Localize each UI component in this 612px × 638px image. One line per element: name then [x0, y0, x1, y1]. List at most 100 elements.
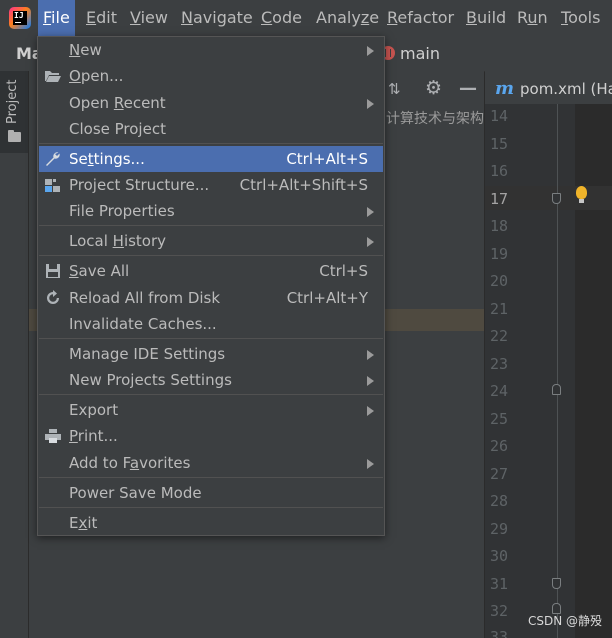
menu-item-label: Exit	[69, 514, 98, 532]
menu-item-reload[interactable]: Reload All from Disk Ctrl+Alt+Y	[39, 285, 383, 311]
line-number: 25	[490, 410, 509, 428]
menu-item-local-history[interactable]: Local History	[39, 228, 383, 254]
line-number: 15	[490, 135, 509, 153]
project-tool-tab-label[interactable]: Project	[5, 80, 20, 124]
menu-separator	[39, 143, 383, 144]
line-number: 33	[490, 628, 509, 638]
menu-item-shortcut: Ctrl+Alt+Y	[286, 289, 368, 307]
folder-open-icon	[44, 67, 62, 85]
menu-view[interactable]: View	[125, 0, 173, 36]
menu-item-label: New	[69, 41, 102, 59]
menu-item-exit[interactable]: Exit	[39, 510, 383, 536]
folder-icon	[8, 130, 21, 142]
submenu-arrow-icon	[367, 207, 374, 217]
line-number: 27	[490, 465, 509, 483]
left-tool-stripe	[0, 71, 29, 638]
submenu-arrow-icon	[367, 376, 374, 386]
menu-item-label: Project Structure...	[69, 176, 210, 194]
menu-item-export[interactable]: Export	[39, 397, 383, 423]
fold-toggle-icon[interactable]	[552, 193, 561, 204]
line-number: 29	[490, 520, 509, 538]
menu-code[interactable]: Code	[256, 0, 307, 36]
collapse-all-icon[interactable]: ⇅	[388, 80, 401, 98]
line-number: 18	[490, 217, 509, 235]
menu-separator	[39, 507, 383, 508]
menu-item-label: Power Save Mode	[69, 484, 202, 502]
menu-item-label: File Properties	[69, 202, 175, 220]
menu-item-label: Print...	[69, 427, 118, 445]
menu-item-label: Manage IDE Settings	[69, 345, 226, 363]
menu-analyze[interactable]: Analyze	[311, 0, 384, 36]
menu-item-close-project[interactable]: Close Project	[39, 116, 383, 142]
intention-bulb-icon[interactable]	[576, 186, 587, 203]
menu-item-label: Close Project	[69, 120, 166, 138]
menu-item-file-properties[interactable]: File Properties	[39, 198, 383, 224]
submenu-arrow-icon	[367, 99, 374, 109]
menu-item-print[interactable]: Print...	[39, 423, 383, 449]
menu-separator	[39, 477, 383, 478]
line-number: 30	[490, 547, 509, 565]
line-number: 24	[490, 382, 509, 400]
menu-file[interactable]: File	[38, 0, 75, 36]
fold-toggle-icon[interactable]	[552, 578, 561, 589]
menu-item-label: New Projects Settings	[69, 371, 232, 389]
fold-guide	[557, 104, 558, 638]
line-number: 32	[490, 602, 509, 620]
menu-build[interactable]: Build	[461, 0, 511, 36]
branch-label[interactable]: main	[400, 44, 440, 63]
watermark: CSDN @静殁	[528, 614, 603, 628]
hide-icon[interactable]: —	[459, 78, 477, 99]
intellij-logo-icon[interactable]: IJ	[9, 7, 31, 29]
editor-tab-pom[interactable]: pom.xml (Ha	[520, 80, 612, 98]
line-number: 16	[490, 162, 509, 180]
submenu-arrow-icon	[367, 406, 374, 416]
menu-refactor[interactable]: Refactor	[382, 0, 459, 36]
menu-edit[interactable]: Edit	[81, 0, 122, 36]
file-menu-dropdown: New Open... Open Recent Close Project Se…	[37, 36, 385, 536]
ide-window: IJ File Edit View Navigate Code Analyze …	[0, 0, 612, 638]
gear-icon[interactable]: ⚙	[425, 77, 442, 99]
menu-item-label: Invalidate Caches...	[69, 315, 217, 333]
line-number: 22	[490, 327, 509, 345]
menu-item-label: Settings...	[69, 150, 145, 168]
submenu-arrow-icon	[367, 350, 374, 360]
menu-item-label: Open...	[69, 67, 124, 85]
menu-item-label: Open Recent	[69, 94, 166, 112]
submenu-arrow-icon	[367, 459, 374, 469]
menu-item-manage-ide-settings[interactable]: Manage IDE Settings	[39, 341, 383, 367]
menu-navigate[interactable]: Navigate	[176, 0, 258, 36]
line-number: 19	[490, 245, 509, 263]
menu-item-shortcut: Ctrl+Alt+Shift+S	[239, 176, 368, 194]
menu-item-label: Save All	[69, 262, 130, 280]
menu-item-new[interactable]: New	[39, 37, 383, 63]
submenu-arrow-icon	[367, 46, 374, 56]
menu-run[interactable]: Run	[512, 0, 553, 36]
menu-item-new-projects-settings[interactable]: New Projects Settings	[39, 367, 383, 393]
menu-separator	[39, 394, 383, 395]
refresh-icon	[44, 289, 62, 307]
maven-icon: m	[495, 78, 515, 99]
menu-separator	[39, 255, 383, 256]
line-number: 21	[490, 300, 509, 318]
line-number: 23	[490, 355, 509, 373]
line-number: 14	[490, 107, 509, 125]
fold-toggle-icon[interactable]	[552, 384, 561, 395]
menu-item-project-structure[interactable]: Project Structure... Ctrl+Alt+Shift+S	[39, 172, 383, 198]
menu-item-save-all[interactable]: Save All Ctrl+S	[39, 258, 383, 284]
menu-item-settings[interactable]: Settings... Ctrl+Alt+S	[39, 146, 383, 172]
menu-item-power-save-mode[interactable]: Power Save Mode	[39, 480, 383, 506]
menu-item-label: Local History	[69, 232, 167, 250]
menu-item-label: Add to Favorites	[69, 454, 191, 472]
menu-item-open-recent[interactable]: Open Recent	[39, 90, 383, 116]
menu-item-open[interactable]: Open...	[39, 63, 383, 89]
project-tree-item[interactable]: 计算技术与架构	[386, 108, 484, 128]
menu-tools[interactable]: Tools	[556, 0, 605, 36]
menu-item-invalidate-caches[interactable]: Invalidate Caches...	[39, 311, 383, 337]
line-number: 26	[490, 437, 509, 455]
line-number-current: 17	[490, 190, 509, 208]
project-structure-icon	[44, 176, 62, 194]
menu-item-add-to-favorites[interactable]: Add to Favorites	[39, 450, 383, 476]
menu-item-label: Export	[69, 401, 119, 419]
line-number: 31	[490, 575, 509, 593]
code-editor[interactable]	[575, 104, 612, 638]
